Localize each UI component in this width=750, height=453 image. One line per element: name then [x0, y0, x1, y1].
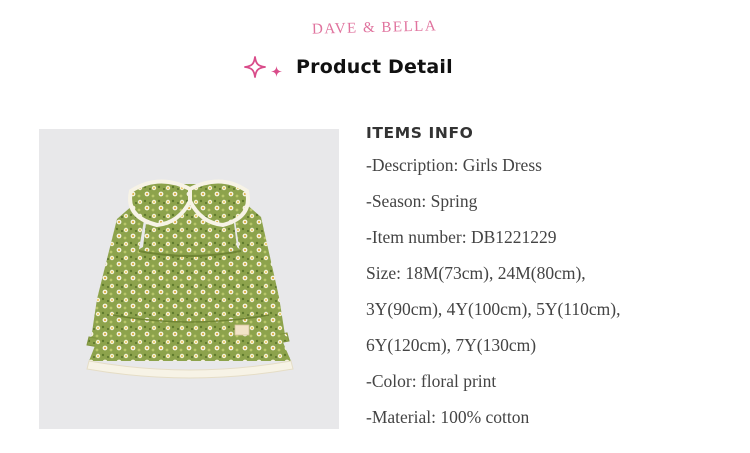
info-size-line-2: 3Y(90cm), 4Y(100cm), 5Y(110cm),	[366, 299, 621, 319]
product-photo	[39, 129, 339, 429]
dress-illustration	[86, 179, 294, 379]
info-season: -Season: Spring	[366, 191, 478, 211]
brand-name: DAVE & BELLA	[312, 18, 438, 38]
info-color: -Color: floral print	[366, 371, 497, 391]
page-title: Product Detail	[296, 56, 453, 78]
small-sparkle-icon	[271, 65, 282, 77]
items-info-panel: ITEMS INFO -Description: Girls Dress -Se…	[366, 124, 736, 438]
items-info-heading: ITEMS INFO	[366, 124, 474, 142]
info-item-number: -Item number: DB1221229	[366, 227, 557, 247]
brand-logo: DAVE & BELLA	[0, 18, 750, 38]
info-description: -Description: Girls Dress	[366, 155, 542, 175]
info-size-line-3: 6Y(120cm), 7Y(130cm)	[366, 335, 537, 355]
info-size-line-1: Size: 18M(73cm), 24M(80cm),	[366, 263, 586, 283]
page-header: Product Detail	[244, 52, 453, 82]
sparkle-icon	[244, 56, 266, 78]
info-material: -Material: 100% cotton	[366, 407, 530, 427]
